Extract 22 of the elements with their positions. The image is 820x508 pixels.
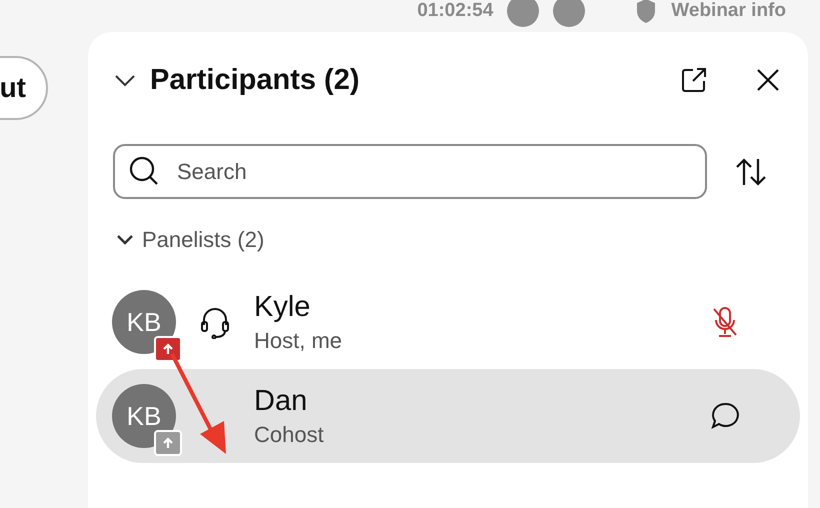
participant-role: Cohost: [254, 422, 325, 448]
chevron-icon: [116, 234, 134, 246]
close-icon[interactable]: [756, 68, 780, 92]
participant-role: Host, me: [254, 328, 344, 354]
collapse-chevron-icon[interactable]: [114, 73, 136, 87]
search-icon: [129, 156, 159, 186]
avatar: KB: [112, 384, 176, 448]
search-field[interactable]: Search: [113, 144, 707, 199]
action-button[interactable]: ut: [0, 56, 48, 120]
group-header[interactable]: Panelists (2): [116, 227, 264, 253]
participant-row[interactable]: KB Kyle Host, me: [96, 275, 800, 369]
shield-icon: [635, 0, 658, 24]
panel-title: Participants (2): [150, 64, 360, 96]
participant-name: Kyle: [254, 290, 312, 324]
chat-icon[interactable]: [710, 401, 740, 431]
pop-out-icon[interactable]: [680, 66, 708, 94]
participant-name: Dan: [254, 384, 308, 418]
sort-icon[interactable]: [735, 156, 767, 186]
avatar: KB: [112, 290, 176, 354]
meeting-timer: 01:02:54: [417, 0, 494, 22]
participant-row[interactable]: KB Dan Cohost: [96, 369, 800, 463]
muted-microphone-icon[interactable]: [711, 306, 739, 338]
